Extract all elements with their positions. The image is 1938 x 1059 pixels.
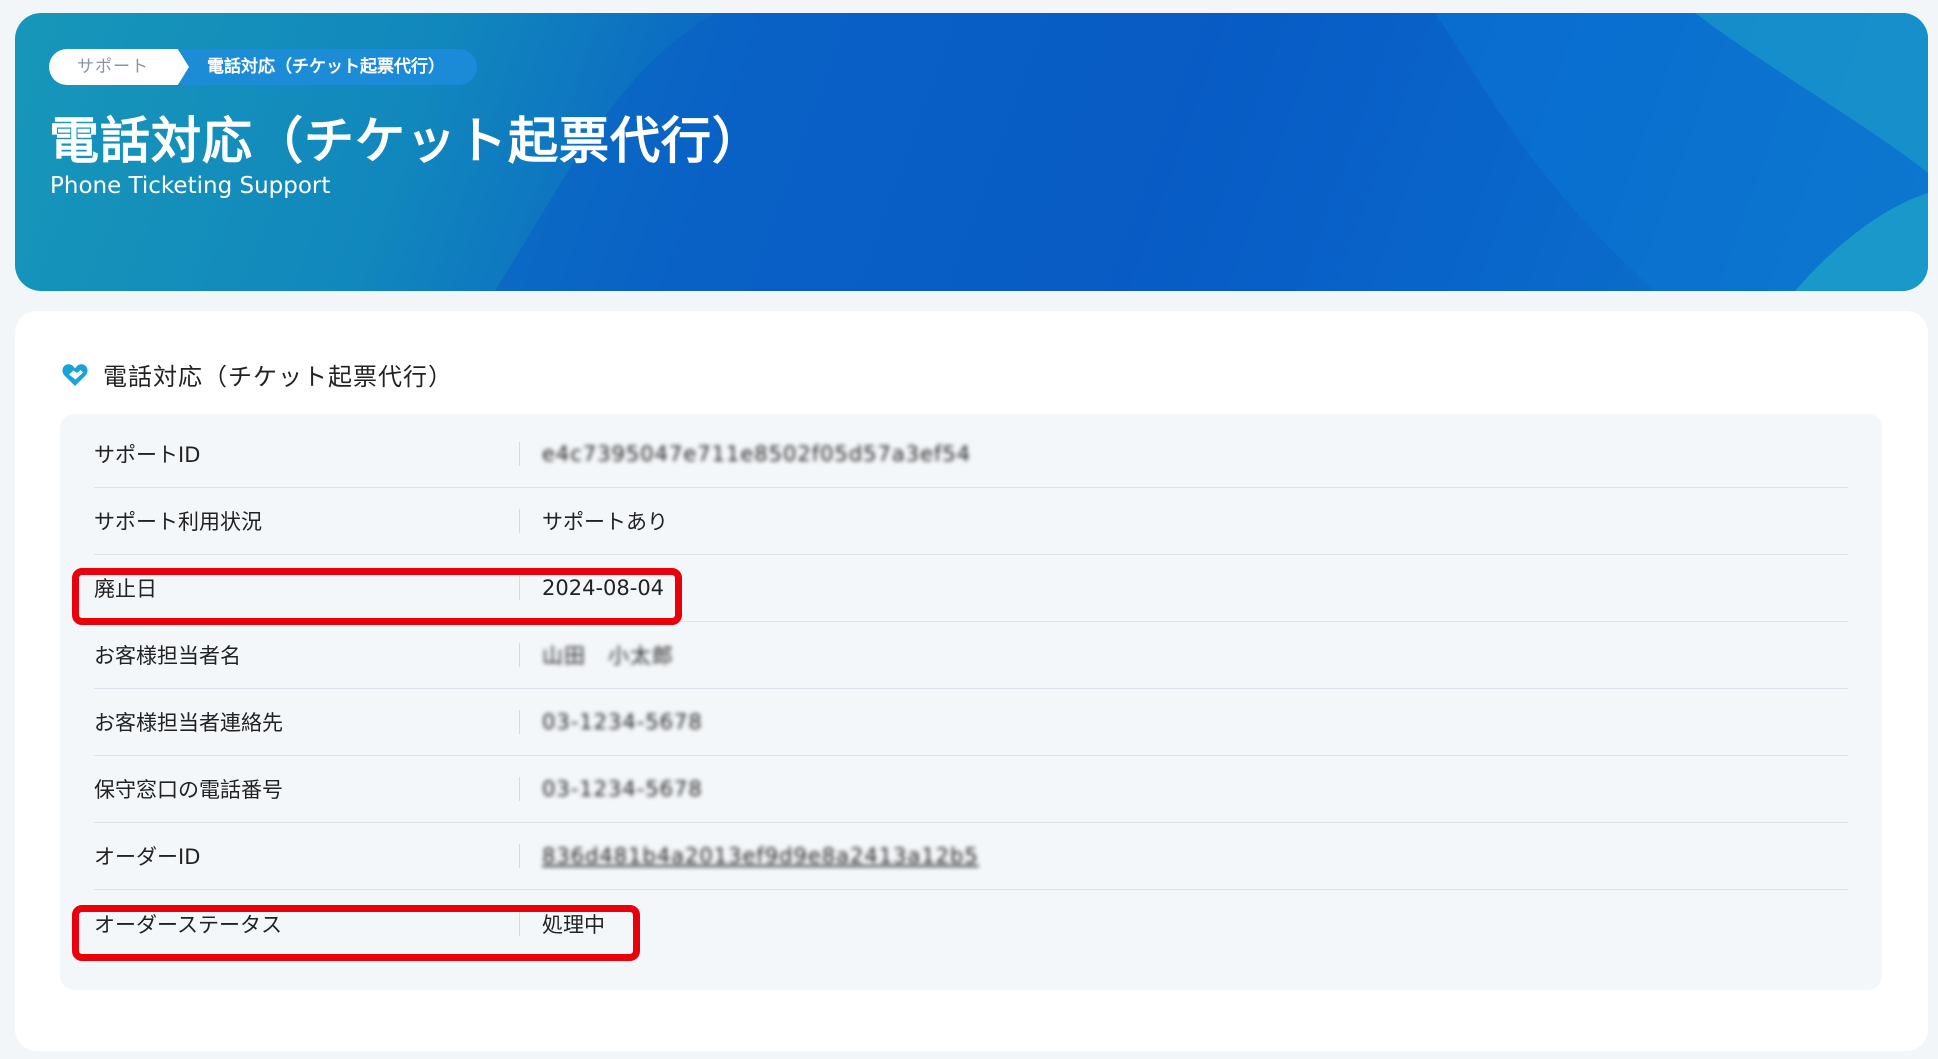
row-divider — [519, 777, 520, 801]
row-divider — [519, 710, 520, 734]
detail-table: サポートID e4c7395047e711e8502f05d57a3ef54 サ… — [60, 414, 1882, 990]
page-header-banner: サポート 電話対応（チケット起票代行） 電話対応（チケット起票代行） Phone… — [15, 13, 1928, 291]
row-label: オーダーID — [94, 845, 201, 869]
row-divider — [519, 643, 520, 667]
row-divider — [519, 509, 520, 533]
table-row-support-phone: 保守窓口の電話番号 03-1234-5678 — [94, 756, 1848, 823]
breadcrumb-item-support[interactable]: サポート — [49, 49, 189, 85]
section-header: 電話対応（チケット起票代行） — [61, 357, 453, 392]
support-phone-value: 03-1234-5678 — [542, 777, 703, 801]
detail-card: 電話対応（チケット起票代行） サポートID e4c7395047e711e850… — [15, 311, 1928, 1051]
row-divider — [519, 442, 520, 466]
table-row-order-status: オーダーステータス 処理中 — [94, 890, 1848, 957]
heart-handshake-icon — [62, 363, 88, 386]
table-row-customer-name: お客様担当者名 山田 小太郎 — [94, 622, 1848, 689]
customer-name-value: 山田 小太郎 — [542, 644, 674, 668]
row-label: お客様担当者連絡先 — [94, 711, 283, 735]
order-id-link[interactable]: 836d481b4a2013ef9d9e8a2413a12b5 — [542, 844, 979, 868]
abolition-date-value: 2024-08-04 — [542, 576, 665, 600]
breadcrumb: サポート 電話対応（チケット起票代行） — [49, 49, 477, 85]
order-status-value: 処理中 — [542, 912, 605, 937]
row-label: 廃止日 — [94, 577, 157, 601]
table-row-order-id: オーダーID 836d481b4a2013ef9d9e8a2413a12b5 — [94, 823, 1848, 890]
table-row-customer-contact: お客様担当者連絡先 03-1234-5678 — [94, 689, 1848, 756]
support-id-value: e4c7395047e711e8502f05d57a3ef54 — [542, 442, 972, 466]
table-row-support-id: サポートID e4c7395047e711e8502f05d57a3ef54 — [94, 421, 1848, 488]
table-row-abolition-date: 廃止日 2024-08-04 — [94, 555, 1848, 622]
row-label: 保守窓口の電話番号 — [94, 778, 283, 802]
page-title: 電話対応（チケット起票代行） — [49, 112, 763, 170]
row-divider — [519, 844, 520, 868]
table-row-support-status: サポート利用状況 サポートあり — [94, 488, 1848, 555]
row-label: お客様担当者名 — [94, 644, 241, 668]
row-divider — [519, 576, 520, 600]
customer-contact-value: 03-1234-5678 — [542, 710, 703, 734]
row-label: サポート利用状況 — [94, 510, 262, 534]
row-divider — [519, 911, 520, 936]
row-label: オーダーステータス — [94, 912, 282, 937]
breadcrumb-item-current: 電話対応（チケット起票代行） — [181, 49, 477, 85]
page-subtitle: Phone Ticketing Support — [50, 173, 331, 199]
section-title: 電話対応（チケット起票代行） — [103, 363, 453, 391]
support-status-value: サポートあり — [542, 510, 668, 534]
row-label: サポートID — [94, 443, 201, 467]
